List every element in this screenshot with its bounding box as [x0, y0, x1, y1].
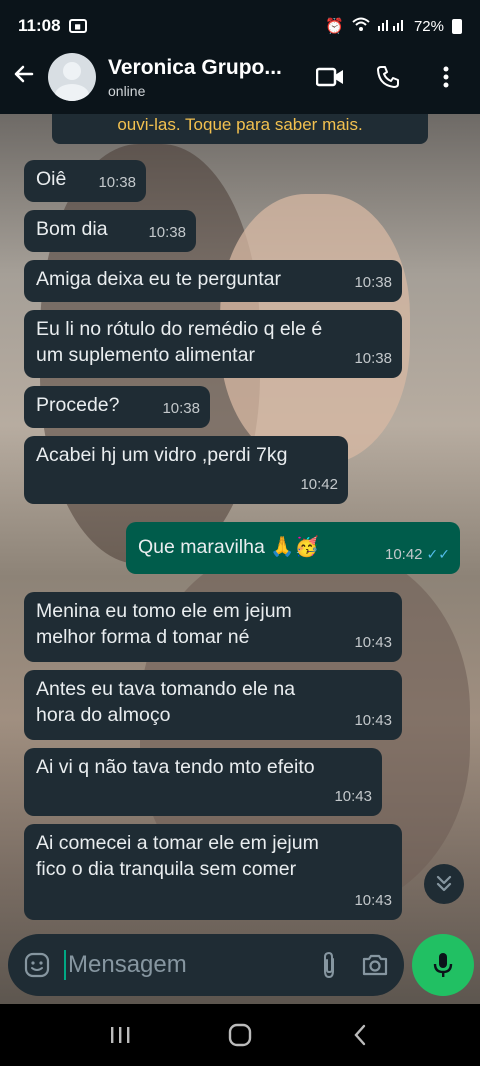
message-time: 10:38 [162, 400, 200, 417]
message-text: um suplemento alimentar [36, 344, 255, 366]
message-text: Ai vi q não tava tendo mto efeito [36, 756, 315, 778]
message-text: Eu li no rótulo do remédio q ele é [36, 318, 323, 340]
message-time: 10:38 [98, 174, 136, 191]
message-bubble-outgoing[interactable]: Que maravilha 🙏🥳 10:42 ✓✓ [126, 522, 460, 574]
signal-icon [377, 17, 406, 35]
wifi-icon [352, 17, 370, 35]
message-bubble[interactable]: Ai vi q não tava tendo mto efeito 10:43 [24, 748, 382, 816]
message-bubble[interactable]: Bom dia 10:38 [24, 210, 196, 252]
avatar[interactable] [48, 53, 96, 101]
message-bubble[interactable]: Ai comecei a tomar ele em jejum fico o d… [24, 824, 402, 920]
chat-area[interactable]: ouvi-las. Toque para saber mais. Oiê 10:… [0, 114, 480, 1004]
home-icon[interactable] [220, 1015, 260, 1055]
message-bubble[interactable]: Amiga deixa eu te perguntar 10:38 [24, 260, 402, 302]
message-time: 10:43 [334, 788, 372, 805]
message-time: 10:43 [354, 712, 392, 729]
notification-icon: ◼ [68, 19, 87, 33]
status-icons: ⏰ 72% [325, 17, 462, 35]
message-text: Bom dia [36, 218, 108, 240]
message-meta: 10:42 ✓✓ [385, 541, 450, 568]
encryption-banner[interactable]: ouvi-las. Toque para saber mais. [52, 114, 428, 144]
message-composer: Mensagem [8, 934, 404, 996]
battery-icon [452, 18, 462, 34]
more-options-icon[interactable] [432, 63, 460, 91]
message-text: Oiê [36, 168, 67, 190]
message-text: Procede? [36, 394, 120, 416]
contact-name: Veronica Grupo... [108, 55, 282, 79]
system-nav-bar [0, 1004, 480, 1066]
status-time: 11:08 [18, 16, 61, 35]
message-text: Menina eu tomo ele em jejum [36, 600, 292, 622]
message-bubble[interactable]: Acabei hj um vidro ,perdi 7kg 10:42 [24, 436, 348, 504]
message-bubble[interactable]: Eu li no rótulo do remédio q ele é um su… [24, 310, 402, 378]
message-time: 10:42 [300, 476, 338, 493]
back-icon[interactable] [340, 1015, 380, 1055]
message-time: 10:42 [384, 546, 423, 563]
contact-status: online [108, 82, 146, 99]
message-time: 10:38 [148, 224, 186, 241]
alarm-icon: ⏰ [325, 18, 344, 35]
scroll-down-icon[interactable] [424, 864, 464, 904]
message-text: Ai comecei a tomar ele em jejum [36, 832, 319, 854]
message-text: Acabei hj um vidro ,perdi 7kg [36, 444, 288, 466]
message-text: fico o dia tranquila sem comer [36, 858, 297, 880]
message-time: 10:43 [354, 634, 392, 651]
battery-level: 72% [413, 17, 444, 35]
message-text: Que maravilha 🙏🥳 [138, 536, 319, 558]
contact-info[interactable]: Veronica Grupo... online [108, 56, 316, 99]
back-arrow-icon[interactable] [12, 62, 38, 93]
message-time: 10:43 [354, 892, 392, 909]
sticker-icon[interactable] [22, 950, 52, 980]
camera-icon[interactable] [360, 950, 390, 980]
video-call-icon[interactable] [316, 63, 344, 91]
read-ticks-icon: ✓✓ [426, 546, 450, 562]
message-text: hora do almoço [36, 704, 171, 726]
chat-header: Veronica Grupo... online [0, 40, 480, 114]
message-text: Amiga deixa eu te perguntar [36, 268, 281, 290]
message-text: melhor forma d tomar né [36, 626, 250, 648]
header-actions [316, 63, 460, 91]
message-bubble[interactable]: Procede? 10:38 [24, 386, 210, 428]
message-bubble[interactable]: Oiê 10:38 [24, 160, 146, 202]
message-bubble[interactable]: Antes eu tava tomando ele na hora do alm… [24, 670, 402, 740]
message-input[interactable]: Mensagem [64, 950, 298, 980]
recent-apps-icon[interactable] [100, 1015, 140, 1055]
message-text: Antes eu tava tomando ele na [36, 678, 296, 700]
mic-icon[interactable] [412, 934, 474, 996]
message-bubble[interactable]: Menina eu tomo ele em jejum melhor forma… [24, 592, 402, 662]
attach-icon[interactable] [314, 950, 344, 980]
message-time: 10:38 [354, 274, 392, 291]
message-time: 10:38 [354, 350, 392, 367]
voice-call-icon[interactable] [374, 63, 402, 91]
